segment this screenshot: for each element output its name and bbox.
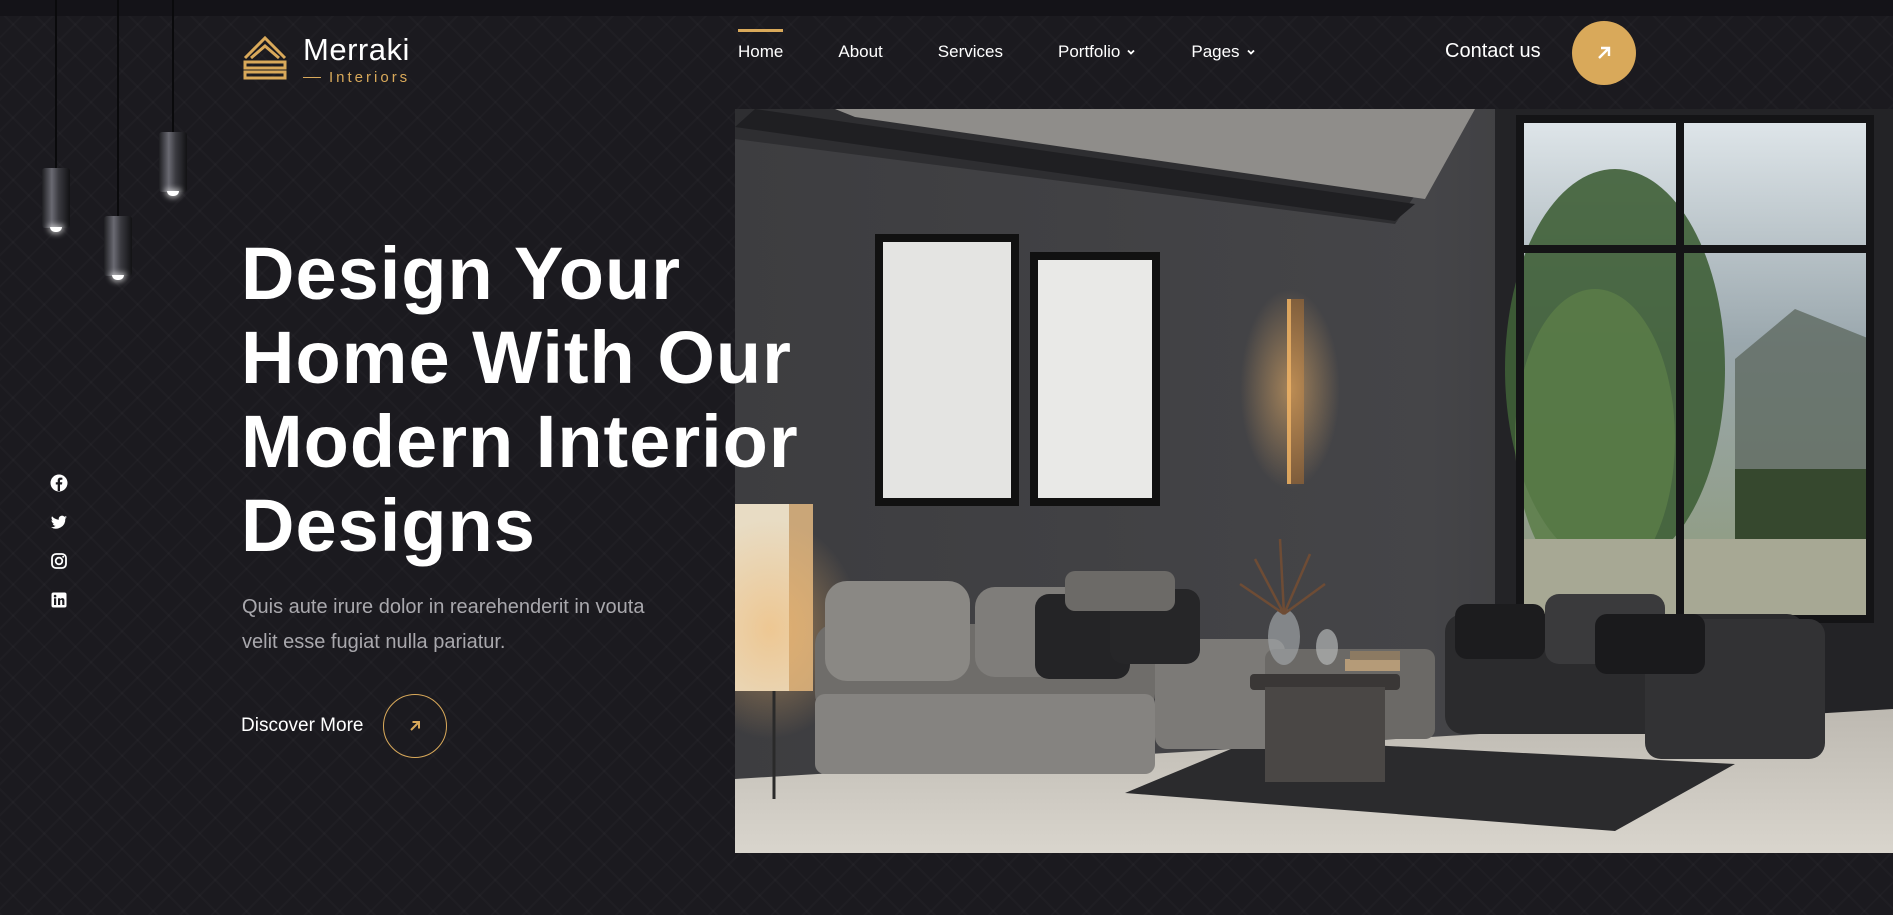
brand-logo[interactable]: Merraki Interiors [241,24,410,94]
nav-label-portfolio: Portfolio [1057,42,1121,61]
discover-more-button[interactable]: Discover More [241,694,448,758]
nav-item-pages[interactable]: Pages [1191,42,1255,62]
brand-dash [303,76,321,78]
site-header: Merraki Interiors Home About Services Po… [0,16,1893,106]
nav-label-pages: Pages [1191,42,1240,61]
nav-item-about[interactable]: About [838,42,882,62]
arrow-up-right-icon [410,721,421,731]
instagram-icon[interactable] [50,552,68,570]
living-room-photo [735,109,1893,853]
arrow-up-right-icon [1598,46,1611,59]
nav-label-about: About [838,42,883,61]
nav-item-portfolio[interactable]: Portfolio [1058,42,1136,62]
chevron-down-icon [1246,49,1255,55]
brand-name: Merraki [303,31,410,67]
nav-item-services[interactable]: Services [938,42,1003,62]
chevron-down-icon [1127,49,1135,55]
stacked-roof-logo-icon [243,35,287,80]
social-links [50,474,68,630]
nav-item-home[interactable]: Home [738,29,784,62]
hero-title-line-4: Designs [241,484,536,567]
hero-description-line-2: velit esse fugiat nulla pariatur. [242,631,506,653]
hero-description-line-1: Quis aute irure dolor in rearehenderit i… [242,596,645,618]
hero-title-line-2: Home With Our [241,316,792,399]
linkedin-icon[interactable] [50,591,68,609]
nav-label-services: Services [937,42,1003,61]
hero-description: Quis aute irure dolor in rearehenderit i… [242,590,722,660]
living-room-illustration [735,109,1893,853]
brand-tagline: Interiors [329,68,411,86]
hero-title-line-3: Modern Interior [241,400,799,483]
hero-title: Design Your Home With Our Modern Interio… [241,232,881,568]
discover-more-label: Discover More [241,715,364,736]
contact-us-link[interactable]: Contact us [1445,40,1541,63]
hero-title-line-1: Design Your [241,232,682,315]
facebook-icon[interactable] [50,474,68,492]
twitter-icon[interactable] [50,513,68,531]
nav-label-home: Home [738,42,784,61]
contact-arrow-button[interactable] [1572,21,1636,85]
discover-more-arrow[interactable] [383,694,448,758]
main-nav: Home About Services Portfolio Pages [738,29,1311,62]
top-strip [0,0,1893,16]
